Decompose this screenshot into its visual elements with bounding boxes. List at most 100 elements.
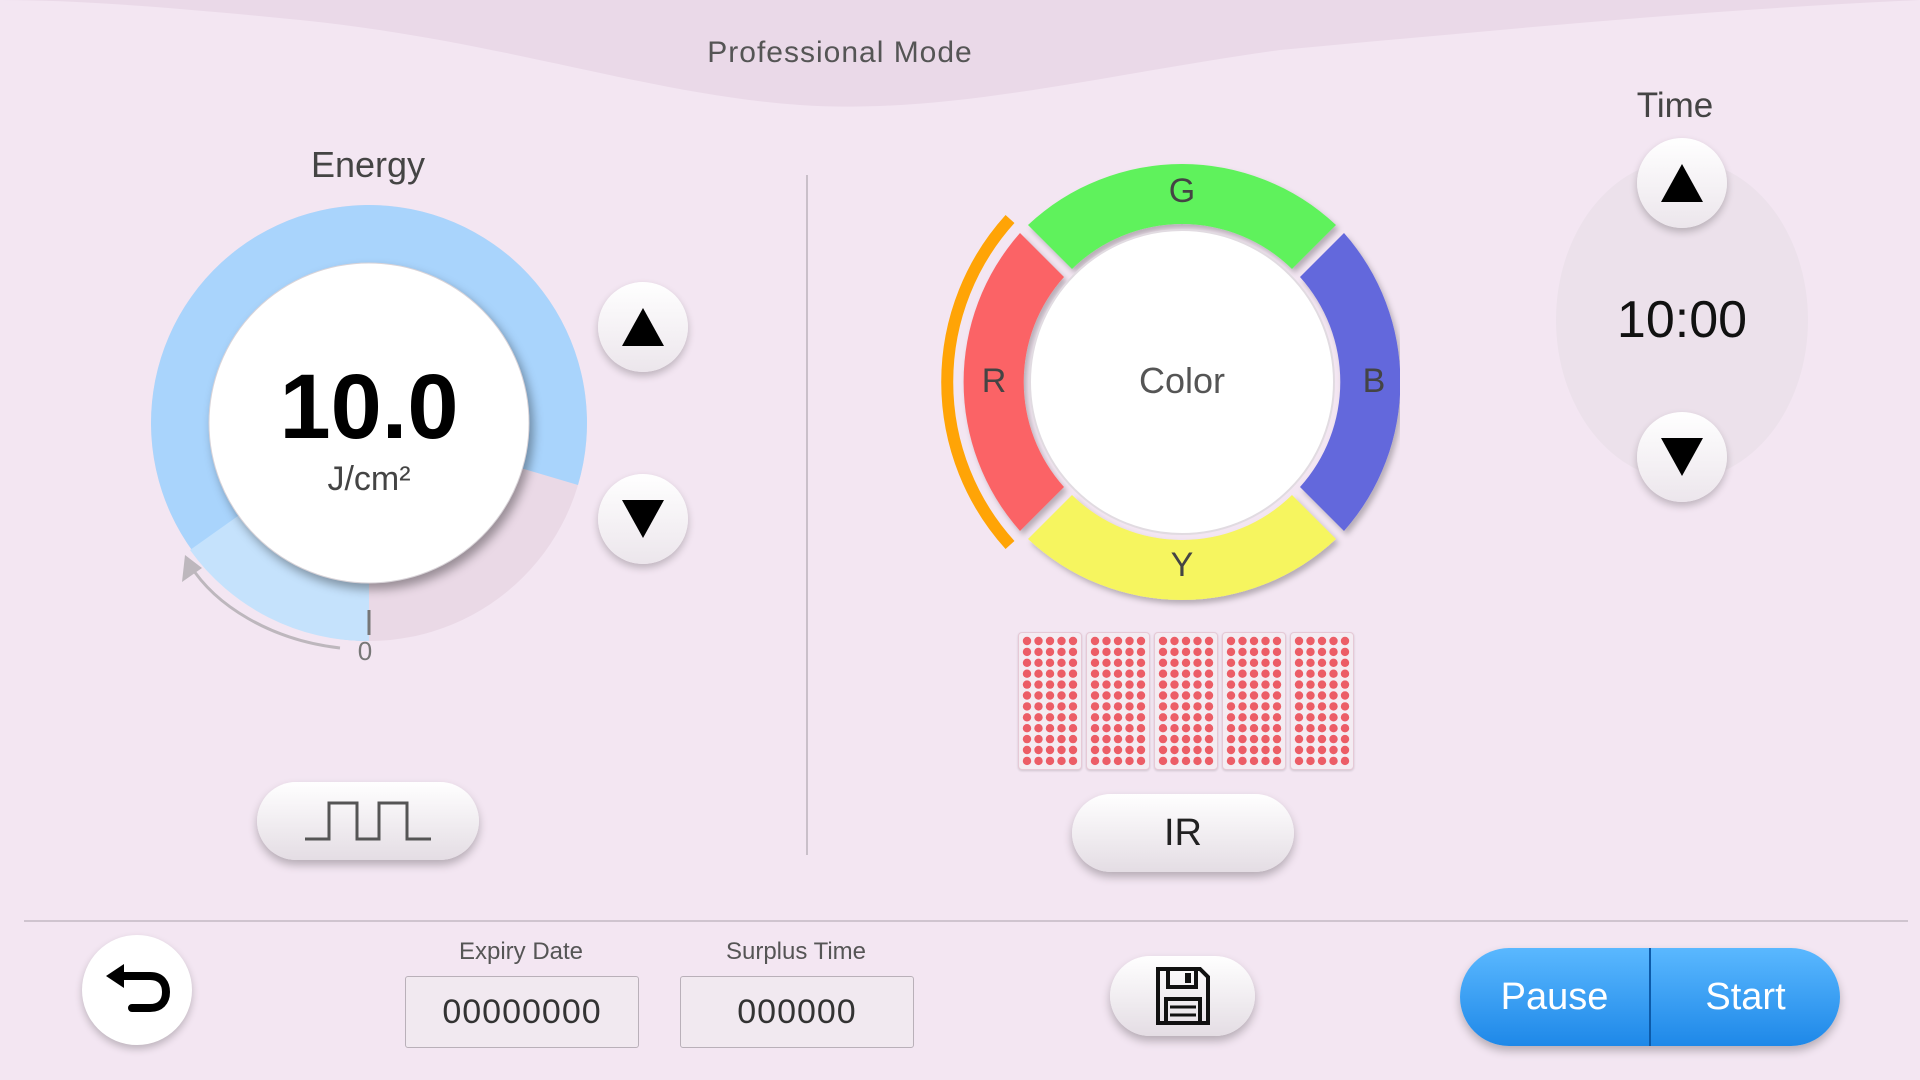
led-dot (1136, 734, 1146, 744)
led-dot (1113, 713, 1123, 722)
led-dot (1204, 724, 1214, 733)
led-dot (1204, 647, 1214, 657)
save-button[interactable] (1110, 956, 1255, 1036)
led-dot-grid (1226, 636, 1282, 766)
energy-up-button[interactable] (598, 282, 688, 372)
led-dot (1170, 724, 1179, 733)
energy-title: Energy (310, 144, 426, 185)
led-dot (1306, 636, 1315, 646)
led-dot (1022, 702, 1032, 711)
led-dot (1306, 702, 1315, 711)
back-button[interactable] (82, 935, 192, 1045)
led-dot (1272, 680, 1282, 689)
led-dot (1158, 713, 1168, 722)
triangle-down-icon (1661, 438, 1703, 476)
led-dot (1068, 745, 1078, 755)
led-dot (1181, 734, 1191, 744)
led-dot (1226, 713, 1236, 722)
led-dot (1057, 734, 1066, 744)
led-dot (1238, 702, 1247, 711)
led-dot (1261, 702, 1270, 711)
led-dot (1193, 691, 1202, 700)
led-dot (1204, 680, 1214, 689)
led-dot (1181, 713, 1191, 722)
led-dot (1102, 680, 1111, 689)
led-dot (1125, 734, 1134, 744)
time-down-button[interactable] (1637, 412, 1727, 502)
led-dot (1249, 734, 1259, 744)
led-dot (1193, 658, 1202, 667)
led-dot (1226, 658, 1236, 667)
led-dot (1136, 647, 1146, 657)
led-dot (1170, 702, 1179, 711)
led-dot (1272, 702, 1282, 711)
led-dot (1317, 713, 1327, 722)
led-dot (1226, 669, 1236, 678)
led-dot (1022, 636, 1032, 646)
led-dot (1306, 658, 1315, 667)
led-dot (1034, 734, 1043, 744)
triangle-up-icon (622, 308, 664, 346)
led-dot (1249, 724, 1259, 733)
led-dot (1226, 636, 1236, 646)
led-dot (1340, 756, 1350, 766)
led-panel (1018, 632, 1082, 770)
led-dot (1329, 680, 1338, 689)
led-dot (1249, 691, 1259, 700)
pause-button[interactable]: Pause (1460, 948, 1649, 1046)
ir-button[interactable]: IR (1072, 794, 1294, 872)
led-dot-grid (1090, 636, 1146, 766)
led-dot (1057, 756, 1066, 766)
led-dot (1158, 756, 1168, 766)
led-dot (1193, 734, 1202, 744)
led-dot (1102, 734, 1111, 744)
color-label-r: R (981, 362, 1007, 400)
led-dot (1090, 713, 1100, 722)
led-dot (1272, 724, 1282, 733)
led-dot (1204, 756, 1214, 766)
pulse-mode-button[interactable] (257, 782, 479, 860)
led-dot (1068, 713, 1078, 722)
led-dot (1340, 713, 1350, 722)
led-dot (1136, 745, 1146, 755)
led-dot (1057, 691, 1066, 700)
back-arrow-icon (106, 964, 170, 1012)
led-dot (1193, 724, 1202, 733)
led-dot (1022, 647, 1032, 657)
led-dot (1136, 658, 1146, 667)
led-dot (1340, 702, 1350, 711)
energy-down-button[interactable] (598, 474, 688, 564)
led-dot (1294, 669, 1304, 678)
led-dot (1045, 702, 1055, 711)
start-button[interactable]: Start (1651, 948, 1840, 1046)
led-dot (1034, 636, 1043, 646)
led-dot (1294, 658, 1304, 667)
led-dot (1068, 702, 1078, 711)
time-up-button[interactable] (1637, 138, 1727, 228)
led-dot (1136, 680, 1146, 689)
led-dot (1170, 756, 1179, 766)
led-dot (1249, 702, 1259, 711)
led-dot (1102, 691, 1111, 700)
led-dot (1317, 756, 1327, 766)
led-dot (1125, 713, 1134, 722)
led-dot (1249, 669, 1259, 678)
led-dot (1022, 756, 1032, 766)
led-dot (1226, 647, 1236, 657)
led-dot (1294, 702, 1304, 711)
expiry-date-field: 00000000 (405, 976, 639, 1048)
led-dot (1034, 702, 1043, 711)
time-title: Time (1636, 86, 1714, 125)
led-dot (1113, 745, 1123, 755)
color-label-y: Y (1170, 546, 1194, 584)
led-dot (1238, 713, 1247, 722)
led-dot (1193, 713, 1202, 722)
surplus-time-field: 000000 (680, 976, 914, 1048)
led-dot (1045, 756, 1055, 766)
led-dot (1340, 658, 1350, 667)
led-dot (1261, 636, 1270, 646)
led-dot (1090, 724, 1100, 733)
triangle-down-icon (622, 500, 664, 538)
led-dot (1317, 745, 1327, 755)
led-dot (1226, 691, 1236, 700)
